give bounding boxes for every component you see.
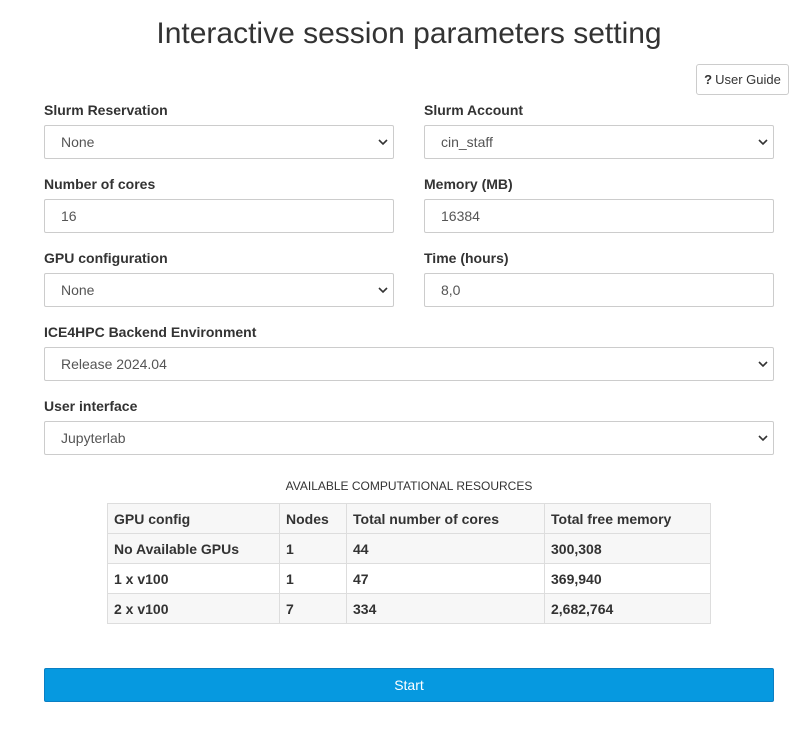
resources-table: GPU config Nodes Total number of cores T… [107, 503, 711, 624]
table-cell: 1 [279, 533, 347, 564]
chevron-down-icon [758, 139, 768, 146]
time-input[interactable]: 8,0 [424, 273, 774, 307]
session-settings-page: Interactive session parameters setting ?… [0, 0, 812, 754]
user-guide-button[interactable]: ? User Guide [696, 64, 789, 95]
gpu-value: None [61, 282, 95, 298]
table-cell: 300,308 [544, 533, 711, 564]
cores-label: Number of cores [44, 176, 156, 192]
chevron-down-icon [758, 435, 768, 442]
start-button[interactable]: Start [44, 668, 774, 702]
page-title: Interactive session parameters setting [156, 17, 662, 50]
slurm-account-label: Slurm Account [424, 102, 524, 118]
backend-field: ICE4HPC Backend Environment Release 2024… [44, 324, 774, 381]
chevron-down-icon [378, 139, 388, 146]
memory-label: Memory (MB) [424, 176, 513, 192]
memory-input[interactable]: 16384 [424, 199, 774, 233]
gpu-select[interactable]: None [44, 273, 394, 307]
chevron-down-icon [378, 287, 388, 294]
memory-value: 16384 [441, 208, 480, 224]
column-header: Total number of cores [346, 503, 545, 534]
table-cell: 47 [346, 563, 545, 594]
column-header: GPU config [107, 503, 280, 534]
memory-field: Memory (MB) 16384 [424, 176, 774, 233]
gpu-label: GPU configuration [44, 250, 168, 266]
cores-value: 16 [61, 208, 77, 224]
gpu-field: GPU configuration None [44, 250, 394, 307]
backend-select[interactable]: Release 2024.04 [44, 347, 774, 381]
slurm-reservation-value: None [61, 134, 95, 150]
help-icon: ? [704, 72, 713, 87]
table-row: 1 x v100 1 47 369,940 [107, 563, 711, 594]
column-header: Nodes [279, 503, 347, 534]
slurm-account-value: cin_staff [441, 134, 493, 150]
table-cell: 369,940 [544, 563, 711, 594]
slurm-reservation-label: Slurm Reservation [44, 102, 168, 118]
table-cell: No Available GPUs [107, 533, 280, 564]
slurm-account-select[interactable]: cin_staff [424, 125, 774, 159]
ui-value: Jupyterlab [61, 430, 126, 446]
column-header: Total free memory [544, 503, 711, 534]
table-cell: 334 [346, 593, 545, 624]
backend-value: Release 2024.04 [61, 356, 167, 372]
table-cell: 1 [279, 563, 347, 594]
cores-field: Number of cores 16 [44, 176, 394, 233]
ui-select[interactable]: Jupyterlab [44, 421, 774, 455]
time-value: 8,0 [441, 282, 461, 298]
slurm-reservation-select[interactable]: None [44, 125, 394, 159]
ui-field: User interface Jupyterlab [44, 398, 774, 455]
resources-caption: AVAILABLE COMPUTATIONAL RESOURCES [285, 479, 533, 493]
cores-input[interactable]: 16 [44, 199, 394, 233]
slurm-account-field: Slurm Account cin_staff [424, 102, 774, 159]
table-header-row: GPU config Nodes Total number of cores T… [107, 503, 711, 534]
time-label: Time (hours) [424, 250, 509, 266]
table-cell: 2,682,764 [544, 593, 711, 624]
table-cell: 1 x v100 [107, 563, 280, 594]
table-cell: 2 x v100 [107, 593, 280, 624]
table-row: 2 x v100 7 334 2,682,764 [107, 593, 711, 624]
user-guide-label: User Guide [715, 72, 781, 87]
time-field: Time (hours) 8,0 [424, 250, 774, 307]
table-cell: 7 [279, 593, 347, 624]
table-cell: 44 [346, 533, 545, 564]
slurm-reservation-field: Slurm Reservation None [44, 102, 394, 159]
backend-label: ICE4HPC Backend Environment [44, 324, 257, 340]
table-row: No Available GPUs 1 44 300,308 [107, 533, 711, 564]
chevron-down-icon [758, 361, 768, 368]
ui-label: User interface [44, 398, 138, 414]
